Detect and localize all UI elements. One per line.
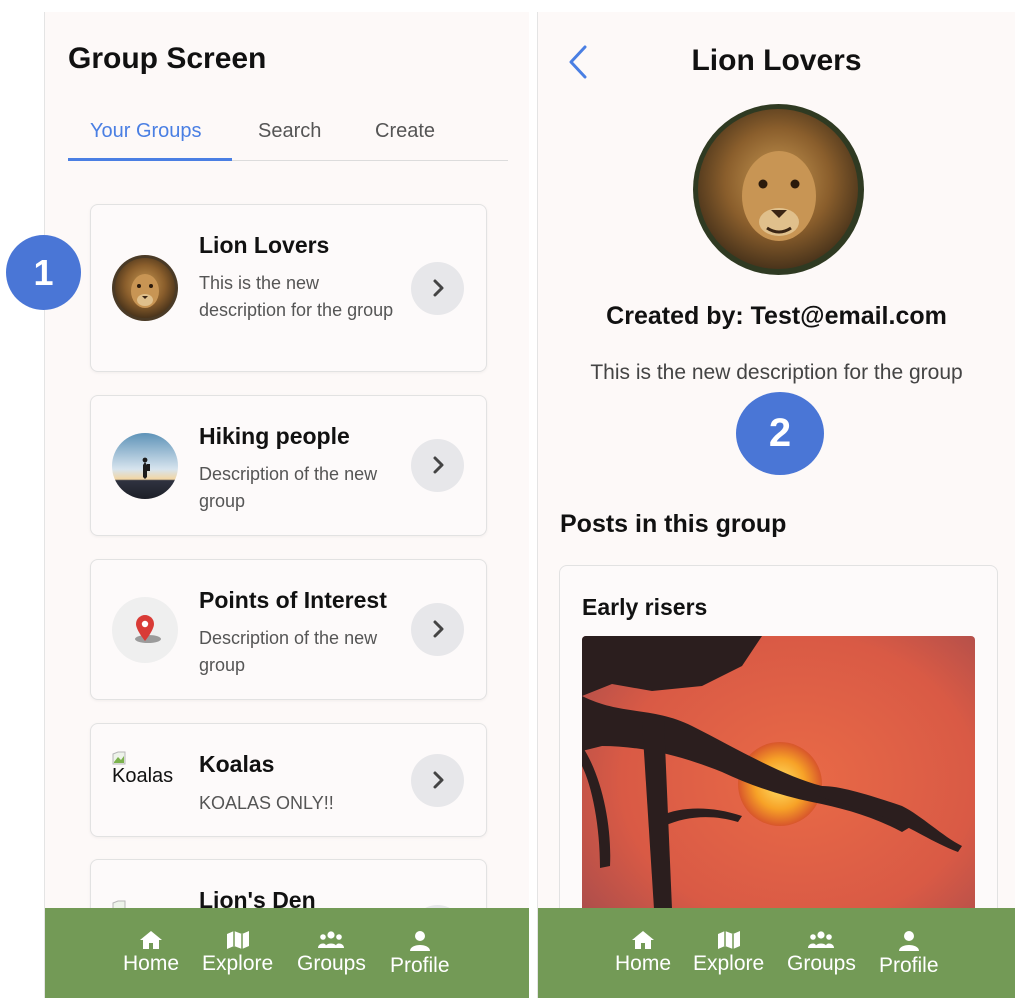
users-icon	[808, 931, 835, 948]
group-name: Hiking people	[199, 423, 350, 449]
group-avatar	[693, 104, 864, 275]
posts-heading: Posts in this group	[560, 510, 787, 538]
group-list-screen: Group Screen Your Groups Search Create L…	[44, 12, 529, 998]
group-card-koalas[interactable]: Koalas Koalas KOALAS ONLY!!	[90, 723, 487, 837]
nav-home[interactable]: Home	[123, 930, 179, 976]
chevron-right-icon	[433, 456, 444, 474]
tab-search[interactable]: Search	[258, 116, 321, 159]
broken-image-icon: Koalas	[112, 751, 187, 788]
tab-bar: Your Groups Search Create	[68, 116, 508, 161]
bottom-nav: Home Explore Groups Profile	[538, 908, 1015, 998]
home-icon	[632, 931, 655, 949]
map-pin-icon	[112, 597, 178, 663]
broken-image-alt-text: Koalas	[112, 765, 174, 787]
group-description: Description of the new group	[199, 464, 378, 511]
users-icon	[318, 931, 345, 948]
nav-profile[interactable]: Profile	[879, 930, 939, 978]
nav-groups[interactable]: Groups	[297, 930, 366, 976]
nav-explore[interactable]: Explore	[693, 930, 764, 976]
chevron-right-icon	[433, 620, 444, 638]
nav-label: Explore	[693, 952, 765, 975]
user-icon	[409, 931, 430, 951]
nav-label: Home	[123, 952, 180, 975]
map-icon	[717, 931, 740, 949]
active-tab-indicator	[68, 158, 232, 161]
group-title: Lion Lovers	[691, 44, 862, 77]
nav-label: Explore	[202, 952, 274, 975]
open-group-button[interactable]	[411, 439, 464, 492]
chevron-right-icon	[433, 279, 444, 297]
tab-your-groups[interactable]: Your Groups	[90, 116, 202, 159]
group-card-lion-lovers[interactable]: Lion Lovers This is the new description …	[90, 204, 487, 372]
nav-explore[interactable]: Explore	[202, 930, 273, 976]
step-badge-1: 1	[6, 235, 81, 310]
home-icon	[140, 931, 163, 949]
nav-label: Home	[615, 952, 672, 975]
nav-label: Groups	[297, 952, 366, 975]
nav-home[interactable]: Home	[615, 930, 671, 976]
nav-label: Profile	[390, 954, 450, 977]
group-name: Koalas	[199, 751, 275, 777]
group-description: Description of the new group	[199, 628, 378, 675]
chevron-right-icon	[433, 771, 444, 789]
group-card-points-of-interest[interactable]: Points of Interest Description of the ne…	[90, 559, 487, 700]
lion-photo	[112, 255, 178, 321]
group-name: Points of Interest	[199, 587, 387, 613]
group-card-hiking-people[interactable]: Hiking people Description of the new gro…	[90, 395, 487, 536]
group-name: Lion Lovers	[199, 232, 330, 258]
hiker-sunset-photo	[112, 433, 178, 499]
group-description: KOALAS ONLY!!	[199, 793, 334, 813]
post-title: Early risers	[582, 594, 708, 620]
bottom-nav: Home Explore Groups Profile	[45, 908, 529, 998]
group-description: This is the new description for the grou…	[590, 361, 963, 384]
step-badge-2: 2	[736, 392, 824, 475]
nav-profile[interactable]: Profile	[390, 930, 450, 978]
user-icon	[898, 931, 919, 951]
group-detail-screen: Lion Lovers Created by: Test@email.com T…	[537, 12, 1015, 998]
created-by-text: Created by: Test@email.com	[606, 302, 947, 330]
nav-label: Groups	[787, 952, 856, 975]
open-group-button[interactable]	[411, 754, 464, 807]
nav-groups[interactable]: Groups	[787, 930, 856, 976]
open-group-button[interactable]	[411, 262, 464, 315]
map-icon	[226, 931, 249, 949]
open-group-button[interactable]	[411, 603, 464, 656]
nav-label: Profile	[879, 954, 939, 977]
page-title: Group Screen	[68, 42, 267, 75]
tab-create[interactable]: Create	[375, 116, 435, 159]
group-description: This is the new description for the grou…	[199, 273, 394, 320]
